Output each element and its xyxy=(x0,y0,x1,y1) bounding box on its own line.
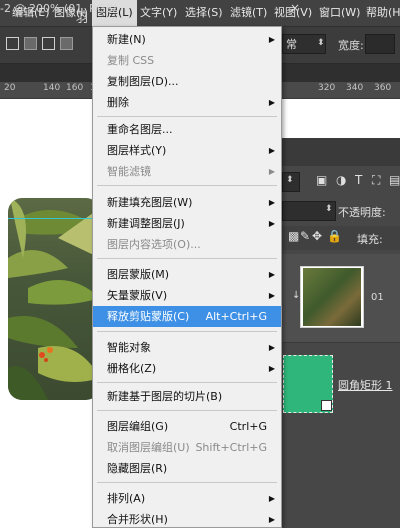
menu-item-duplicate-layer[interactable]: 复制图层(D)... xyxy=(93,71,281,92)
layer-name[interactable]: 圆角矩形 1 xyxy=(338,377,393,393)
submenu-arrow-icon: ▶ xyxy=(268,270,275,279)
submenu-arrow-icon: ▶ xyxy=(268,515,275,524)
width-label: 宽度: xyxy=(338,39,364,52)
ruler-label: 140 xyxy=(43,83,61,93)
lock-position-icon[interactable]: ✥ xyxy=(312,229,322,243)
menu-item-ungroup-layers: 取消图层编组(U) Shift+Ctrl+G xyxy=(93,437,281,458)
menu-item-rasterize[interactable]: 栅格化(Z) ▶ xyxy=(93,358,281,379)
submenu-arrow-icon: ▶ xyxy=(268,291,275,300)
menu-type[interactable]: 文字(Y) xyxy=(136,0,181,26)
menu-item-release-clipping-mask[interactable]: 释放剪贴蒙版(C) Alt+Ctrl+G xyxy=(93,306,281,327)
subtract-selection-icon[interactable] xyxy=(42,37,55,50)
width-field[interactable] xyxy=(365,34,395,54)
submenu-arrow-icon: ▶ xyxy=(268,35,275,44)
menu-item-combine-shapes[interactable]: 合并形状(H) ▶ xyxy=(93,509,281,527)
smart-object-filter-icon[interactable]: ▤ xyxy=(389,173,400,187)
lock-pixels-icon[interactable]: ▩ xyxy=(288,229,299,243)
menu-item-copy-css: 复制 CSS xyxy=(107,54,155,67)
menu-window[interactable]: 窗口(W) xyxy=(315,0,364,26)
menu-item-new[interactable]: 新建(N) ▶ xyxy=(93,29,281,50)
ruler-label: 160 xyxy=(66,83,84,93)
menu-item-arrange[interactable]: 排列(A) ▶ xyxy=(93,488,281,509)
chevron-updown-icon: ⬍ xyxy=(325,204,333,214)
menu-separator xyxy=(97,382,277,383)
menu-item-hide-layers[interactable]: 隐藏图层(R) xyxy=(93,458,281,479)
menu-item-layer-mask[interactable]: 图层蒙版(M) ▶ xyxy=(93,264,281,285)
menu-separator xyxy=(97,331,277,332)
submenu-arrow-icon: ▶ xyxy=(268,343,275,352)
menu-shortcut: Shift+Ctrl+G xyxy=(195,441,267,454)
layers-panel-header xyxy=(280,138,400,166)
menu-separator xyxy=(97,116,277,117)
menu-item-smart-filter: 智能滤镜 ▶ xyxy=(93,161,281,182)
type-filter-icon[interactable]: T xyxy=(355,173,362,187)
shape-filter-icon[interactable]: ⛶ xyxy=(372,173,380,188)
menu-item-new-fill-layer[interactable]: 新建填充图层(W) ▶ xyxy=(93,192,281,213)
fill-label: 填充: xyxy=(357,233,383,246)
submenu-arrow-icon: ▶ xyxy=(268,364,275,373)
submenu-arrow-icon: ▶ xyxy=(268,146,275,155)
adjustment-filter-icon[interactable]: ◑ xyxy=(336,173,346,187)
ruler-label: 320 xyxy=(318,83,336,93)
image-filter-icon[interactable]: ▣ xyxy=(316,173,327,187)
menu-item-rename-layer[interactable]: 重命名图层... xyxy=(93,119,281,140)
submenu-arrow-icon: ▶ xyxy=(268,98,275,107)
jungle-image xyxy=(8,198,100,400)
menu-item-layer-style[interactable]: 图层样式(Y) ▶ xyxy=(93,140,281,161)
menu-separator xyxy=(97,185,277,186)
menu-item-smart-object[interactable]: 智能对象 ▶ xyxy=(93,337,281,358)
menu-separator xyxy=(97,482,277,483)
menu-filter[interactable]: 滤镜(T) xyxy=(226,0,271,26)
menu-select[interactable]: 选择(S) xyxy=(181,0,227,26)
layer-name[interactable]: 01 xyxy=(371,292,384,303)
menu-help[interactable]: 帮助(H) xyxy=(362,0,400,26)
ruler-label: 340 xyxy=(346,83,364,93)
menu-item-new-layer-based-slice[interactable]: 新建基于图层的切片(B) xyxy=(93,386,281,407)
submenu-arrow-icon: ▶ xyxy=(268,219,275,228)
chevron-updown-icon: ⬍ xyxy=(286,175,294,185)
submenu-arrow-icon: ▶ xyxy=(268,167,275,176)
intersect-selection-icon[interactable] xyxy=(60,37,73,50)
menu-shortcut: Alt+Ctrl+G xyxy=(205,310,267,323)
add-selection-icon[interactable] xyxy=(24,37,37,50)
guide-line xyxy=(8,218,100,219)
menu-item-delete[interactable]: 删除 ▶ xyxy=(93,92,281,113)
shape-layer-badge-icon xyxy=(321,400,332,411)
layer-thumbnail-image xyxy=(303,268,361,326)
submenu-arrow-icon: ▶ xyxy=(268,494,275,503)
menu-shortcut: Ctrl+G xyxy=(229,420,267,433)
document-tab-title: -2 @ 200% (01, RGB/ xyxy=(0,2,117,15)
ruler-label: 20 xyxy=(4,83,16,93)
menu-separator xyxy=(97,410,277,411)
lock-all-icon[interactable]: 🔒 xyxy=(327,229,342,243)
menu-separator xyxy=(97,258,277,259)
menu-item-layer-content-options: 图层内容选项(O)... xyxy=(107,238,201,251)
chevron-updown-icon: ⬍ xyxy=(317,38,325,48)
opacity-label: 不透明度: xyxy=(338,206,386,219)
menu-item-group-layers[interactable]: 图层编组(G) Ctrl+G xyxy=(93,416,281,437)
submenu-arrow-icon: ▶ xyxy=(268,198,275,207)
new-selection-icon[interactable] xyxy=(6,37,19,50)
menu-item-new-adjustment-layer[interactable]: 新建调整图层(J) ▶ xyxy=(93,213,281,234)
menu-item-vector-mask[interactable]: 矢量蒙版(V) ▶ xyxy=(93,285,281,306)
ruler-label: 360 xyxy=(374,83,392,93)
layer-menu-dropdown: 新建(N) ▶ 复制 CSS 复制图层(D)... 删除 ▶ 重命名图层... … xyxy=(92,26,282,528)
close-icon[interactable]: × xyxy=(290,1,300,15)
lock-image-icon[interactable]: ✎ xyxy=(300,229,310,243)
style-select-value: 常 xyxy=(286,38,297,51)
